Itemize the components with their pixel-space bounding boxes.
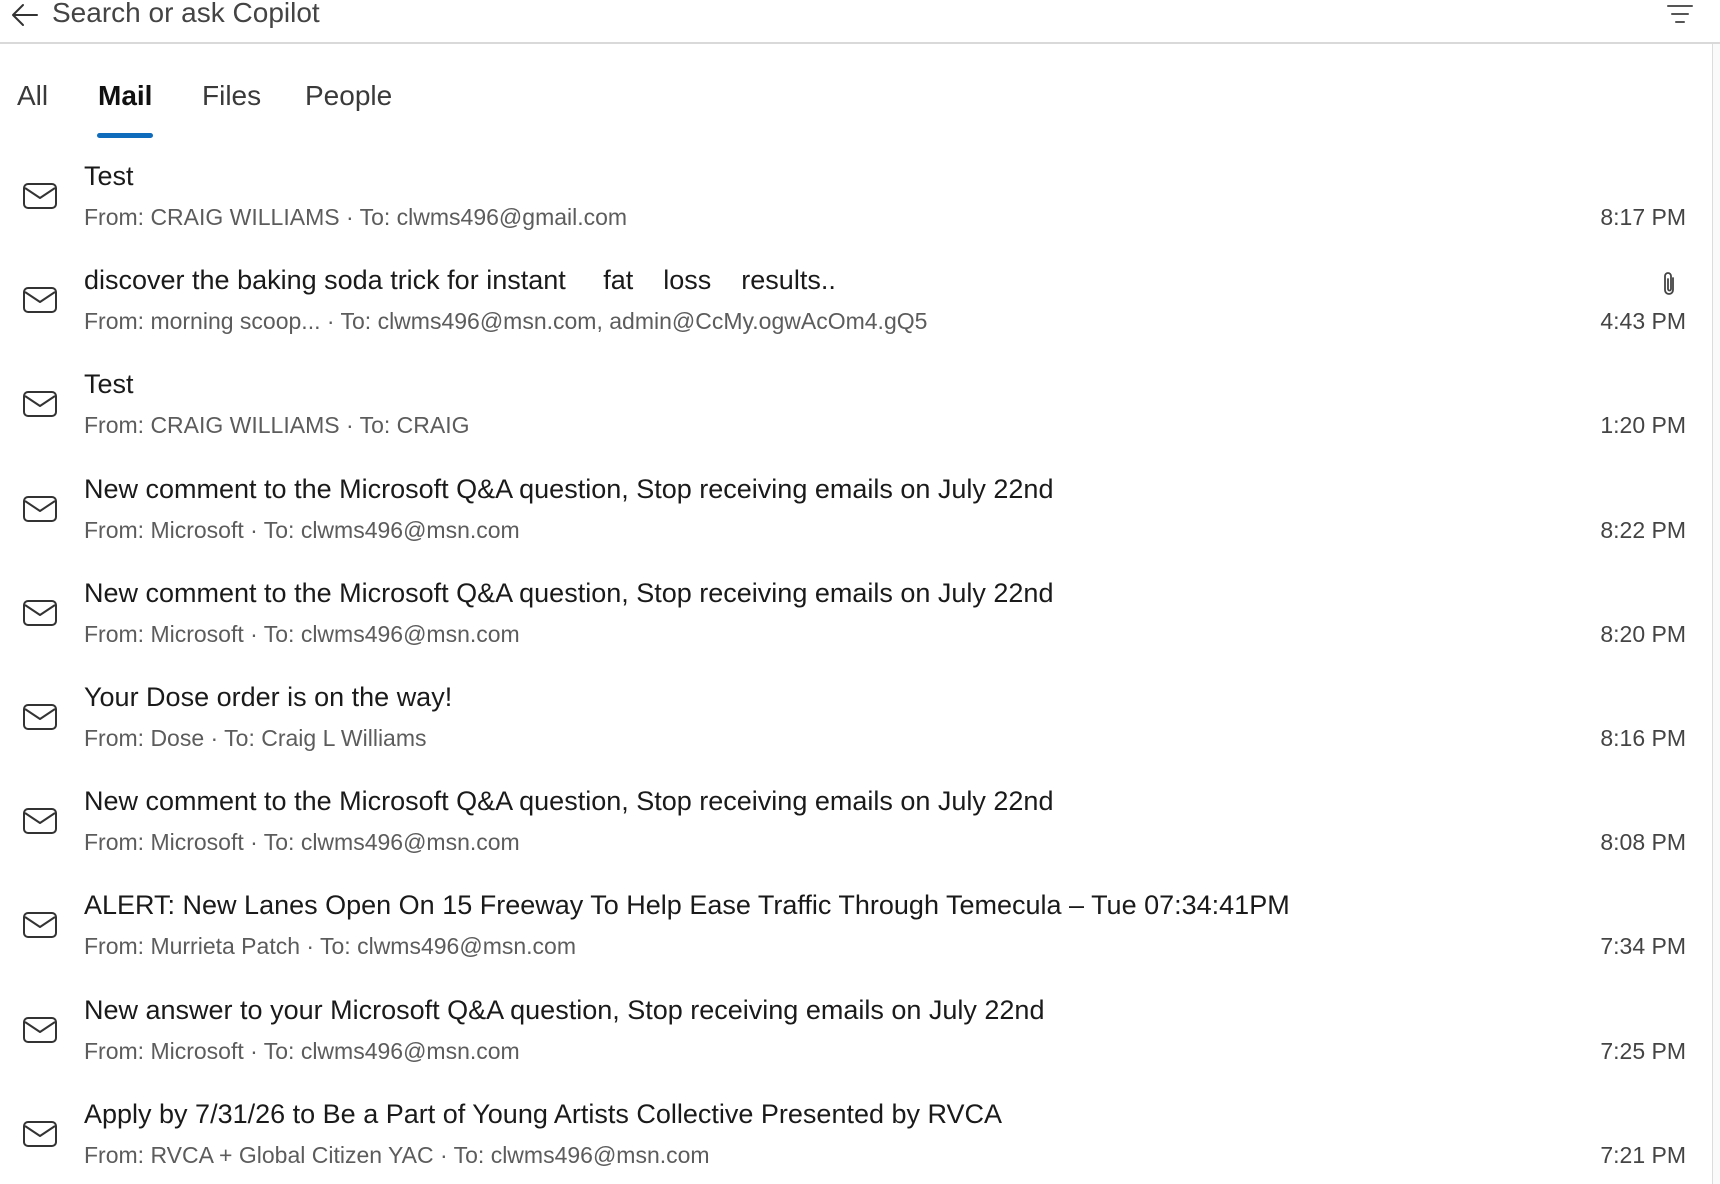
mail-list-item[interactable]: Test From: CRAIG WILLIAMS · To: CRAIG 1:20…	[0, 358, 1712, 462]
mail-subject: Test	[84, 161, 134, 191]
mail-subject: New comment to the Microsoft Q&A questio…	[84, 786, 1054, 817]
mail-sender-recipient: From: Microsoft · To: clwms496@msn.com	[84, 829, 520, 856]
mail-subject: Your Dose order is on the way!	[84, 681, 453, 712]
mail-sender-recipient: From: Murrieta Patch · To: clwms496@msn.…	[84, 933, 576, 960]
mail-time: 7:21 PM	[1600, 1141, 1686, 1168]
envelope-icon	[23, 1120, 57, 1147]
mail-sender-recipient: From: Microsoft · To: clwms496@msn.com	[84, 516, 520, 543]
mail-sender-recipient: From: RVCA + Global Citizen YAC · To: cl…	[84, 1141, 710, 1168]
envelope-icon	[23, 912, 57, 939]
envelope-icon	[23, 703, 57, 730]
mail-time: 8:16 PM	[1600, 724, 1686, 751]
mail-list-item[interactable]: discover the baking soda trick for insta…	[0, 254, 1712, 358]
mail-subject: ALERT: New Lanes Open On 15 Freeway To H…	[84, 890, 1290, 921]
mail-sender-recipient: From: CRAIG WILLIAMS · To: clwms496@gmai…	[84, 204, 628, 230]
filter-icon[interactable]	[1666, 2, 1694, 26]
mail-time: 8:22 PM	[1600, 516, 1686, 543]
mail-list-item[interactable]: Apply by 7/31/26 to Be a Part of Young A…	[0, 1088, 1712, 1184]
mail-results-list: Test From: CRAIG WILLIAMS · To: clwms496@…	[0, 150, 1712, 1184]
envelope-icon	[23, 391, 57, 418]
mail-list-item[interactable]: Test From: CRAIG WILLIAMS · To: clwms496@…	[0, 150, 1712, 254]
mail-time: 8:08 PM	[1600, 829, 1686, 856]
mail-time: 8:17 PM	[1600, 204, 1686, 230]
mail-sender-recipient: From: CRAIG WILLIAMS · To: CRAIG	[84, 412, 470, 439]
tab-files[interactable]: Files	[202, 80, 261, 112]
mail-sender-recipient: From: Dose · To: Craig L Williams	[84, 724, 427, 751]
mail-time: 8:20 PM	[1600, 620, 1686, 647]
tab-all[interactable]: All	[17, 80, 48, 112]
mail-list-item[interactable]: ALERT: New Lanes Open On 15 Freeway To H…	[0, 879, 1712, 983]
back-arrow-icon[interactable]	[10, 0, 40, 30]
mail-subject: Test	[84, 369, 134, 400]
mail-list-item[interactable]: New comment to the Microsoft Q&A questio…	[0, 567, 1712, 671]
mail-sender-recipient: From: Microsoft · To: clwms496@msn.com	[84, 620, 520, 647]
envelope-icon	[23, 808, 57, 835]
mail-time: 1:20 PM	[1600, 412, 1686, 439]
mail-subject: New comment to the Microsoft Q&A questio…	[84, 473, 1054, 504]
paperclip-icon	[1664, 272, 1674, 296]
tab-people[interactable]: People	[305, 80, 392, 112]
mail-time: 4:43 PM	[1600, 308, 1686, 335]
mail-list-item[interactable]: New comment to the Microsoft Q&A questio…	[0, 463, 1712, 567]
mail-subject: New comment to the Microsoft Q&A questio…	[84, 577, 1054, 608]
search-bar	[0, 0, 1720, 44]
active-tab-indicator	[97, 133, 153, 138]
envelope-icon	[23, 183, 57, 209]
mail-list-item[interactable]: New comment to the Microsoft Q&A questio…	[0, 775, 1712, 879]
mail-subject: discover the baking soda trick for insta…	[84, 265, 836, 296]
tab-bar: All Mail Files People	[0, 70, 600, 140]
mail-sender-recipient: From: morning scoop... · To: clwms496@ms…	[84, 308, 928, 335]
side-panel-edge	[1712, 44, 1720, 1184]
envelope-icon	[23, 287, 57, 314]
envelope-icon	[23, 495, 57, 522]
mail-sender-recipient: From: Microsoft · To: clwms496@msn.com	[84, 1037, 520, 1064]
mail-subject: Apply by 7/31/26 to Be a Part of Young A…	[84, 1098, 1003, 1129]
search-results-page: All Mail Files People Test From: CRAIG WI…	[0, 0, 1720, 1184]
mail-list-item[interactable]: New answer to your Microsoft Q&A questio…	[0, 984, 1712, 1088]
mail-subject: New answer to your Microsoft Q&A questio…	[84, 994, 1045, 1025]
mail-time: 7:25 PM	[1600, 1037, 1686, 1064]
tab-mail[interactable]: Mail	[98, 80, 152, 112]
mail-time: 7:34 PM	[1600, 933, 1686, 960]
envelope-icon	[23, 1016, 57, 1043]
search-input[interactable]	[52, 0, 1612, 32]
envelope-icon	[23, 599, 57, 626]
mail-list-item[interactable]: Your Dose order is on the way! From: Dose…	[0, 671, 1712, 775]
